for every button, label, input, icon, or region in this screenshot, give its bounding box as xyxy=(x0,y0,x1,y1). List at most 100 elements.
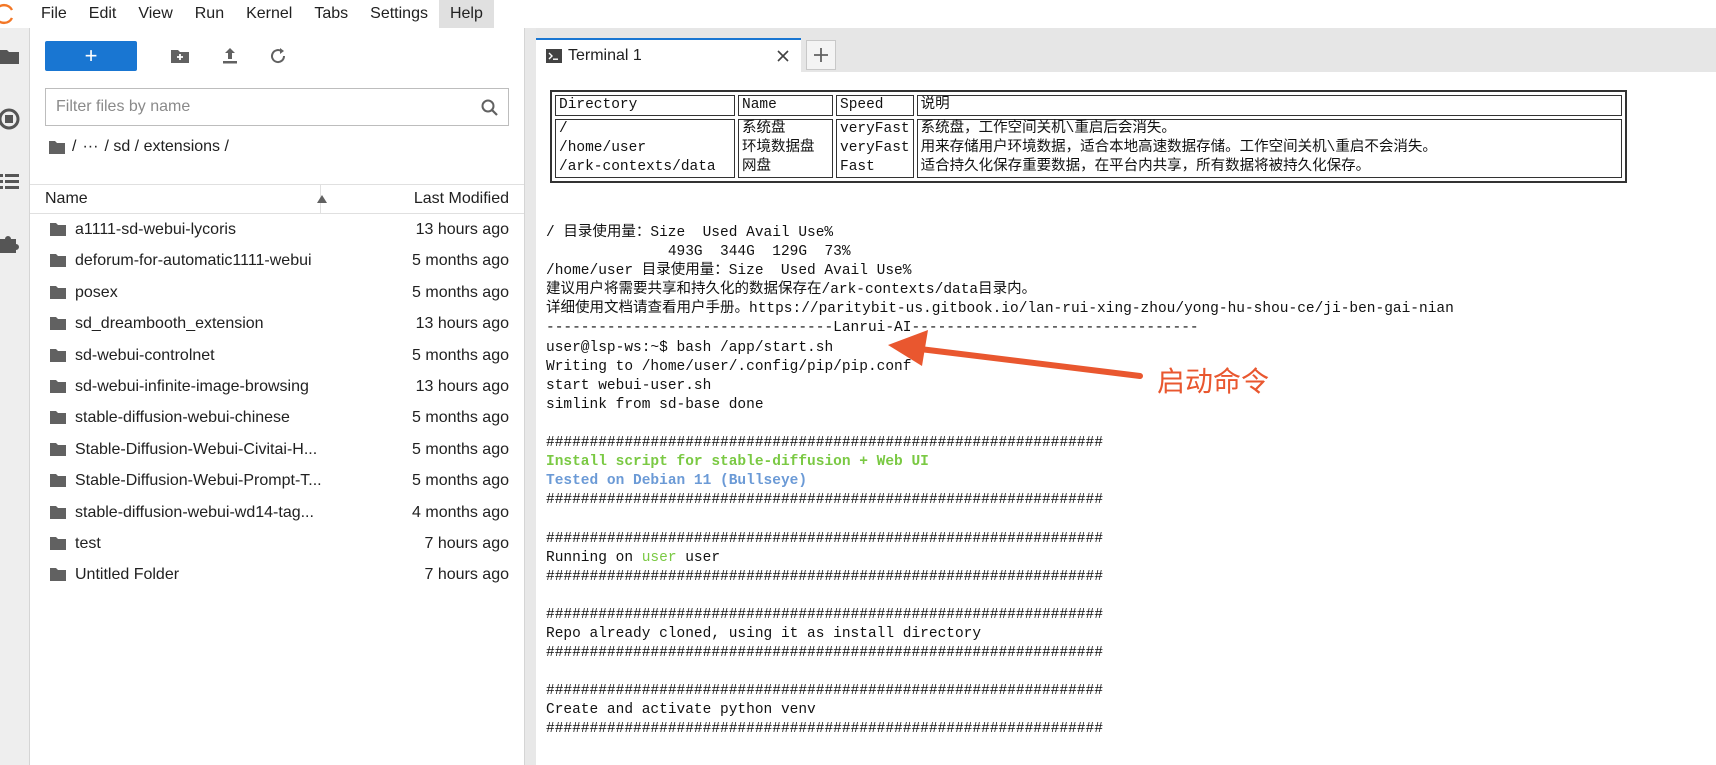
file-modified: 13 hours ago xyxy=(415,377,509,395)
terminal-icon xyxy=(546,49,562,63)
terminal-line: Repo already cloned, using it as install… xyxy=(546,625,982,642)
folder-icon xyxy=(50,379,66,393)
file-modified: 5 months ago xyxy=(412,472,509,490)
menu-file[interactable]: File xyxy=(30,0,78,28)
file-row[interactable]: stable-diffusion-webui-wd14-tag... 4 mont… xyxy=(30,497,524,528)
table-header-cell: Name xyxy=(738,95,833,116)
close-icon[interactable] xyxy=(776,49,790,63)
file-row[interactable]: a1111-sd-webui-lycoris 13 hours ago xyxy=(30,214,524,245)
file-row[interactable]: deforum-for-automatic1111-webui 5 months … xyxy=(30,245,524,276)
file-name: sd-webui-controlnet xyxy=(75,346,215,364)
terminal-panel[interactable]: Directory Name Speed 说明 / /home/user /ar… xyxy=(536,72,1716,765)
menu-bar: File Edit View Run Kernel Tabs Settings Help xyxy=(0,0,1716,28)
menu-view[interactable]: View xyxy=(127,0,183,28)
table-cell-line: veryFast xyxy=(840,140,910,156)
file-modified: 13 hours ago xyxy=(415,315,509,333)
table-header-cell: Speed xyxy=(836,95,914,116)
file-row[interactable]: sd_dreambooth_extension 13 hours ago xyxy=(30,308,524,339)
menu-tabs[interactable]: Tabs xyxy=(303,0,359,28)
terminal-line: Tested on Debian 11 (Bullseye) xyxy=(546,473,808,490)
table-cell-line: / xyxy=(559,121,568,137)
file-list: a1111-sd-webui-lycoris 13 hours ago deforu… xyxy=(30,214,524,591)
table-cell-line: 用来存储用户环境数据，适合本地高速数据存储。工作空间关机\重启不会消失。 xyxy=(920,140,1437,156)
terminal-line: 详细使用文档请查看用户手册。https://paritybit-us.gitbo… xyxy=(546,301,1454,318)
file-name: stable-diffusion-webui-wd14-tag... xyxy=(75,503,314,521)
table-cell-description: 系统盘，工作空间关机\重启后会消失。 用来存储用户环境数据，适合本地高速数据存储… xyxy=(916,119,1622,178)
filter-box xyxy=(45,88,509,126)
panel-splitter[interactable] xyxy=(524,28,536,765)
table-of-contents-icon[interactable] xyxy=(0,168,22,194)
new-launcher-button[interactable]: + xyxy=(45,41,137,71)
file-name: sd-webui-infinite-image-browsing xyxy=(75,377,309,395)
file-modified: 4 months ago xyxy=(412,503,509,521)
folder-icon xyxy=(50,568,66,582)
file-name: test xyxy=(75,534,101,552)
file-modified: 5 months ago xyxy=(412,283,509,301)
folder-icon xyxy=(50,223,66,236)
table-header-cell: 说明 xyxy=(916,95,1622,116)
file-name: Stable-Diffusion-Webui-Prompt-T... xyxy=(75,472,322,490)
file-row[interactable]: stable-diffusion-webui-chinese 5 months a… xyxy=(30,402,524,433)
folder-icon xyxy=(50,254,66,268)
file-modified: 5 months ago xyxy=(412,440,509,458)
file-modified: 5 months ago xyxy=(412,346,509,364)
breadcrumb-root[interactable]: / xyxy=(72,138,76,156)
table-cell-line: /home/user xyxy=(559,140,647,156)
tab-terminal-1[interactable]: Terminal 1 xyxy=(536,38,801,72)
menu-kernel[interactable]: Kernel xyxy=(235,0,303,28)
table-header-cell: Directory xyxy=(555,95,735,116)
sort-ascending-icon[interactable] xyxy=(317,195,327,203)
file-list-header: Name Last Modified xyxy=(30,184,524,214)
terminal-line: Create and activate python venv xyxy=(546,702,816,719)
folder-icon xyxy=(50,285,66,299)
table-cell-line: /ark-contexts/data xyxy=(559,159,716,175)
add-tab-button[interactable] xyxy=(806,40,836,70)
column-name-header[interactable]: Name xyxy=(45,185,321,213)
breadcrumb-path[interactable]: / sd / extensions / xyxy=(104,138,229,156)
running-terminals-icon[interactable] xyxy=(0,106,22,132)
new-folder-icon[interactable] xyxy=(169,45,191,67)
table-cell-line: 系统盘 xyxy=(742,121,786,137)
terminal-line: /home/user 目录使用量：Size Used Avail Use% xyxy=(546,263,912,280)
activity-bar xyxy=(0,28,30,765)
terminal-line: 建议用户将需要共享和持久化的数据保存在/ark-contexts/data目录内… xyxy=(546,282,1037,299)
terminal-line: Running on user user xyxy=(546,549,1454,568)
menu-help[interactable]: Help xyxy=(438,0,494,28)
file-row[interactable]: posex 5 months ago xyxy=(30,277,524,308)
terminal-line: Writing to /home/user/.config/pip/pip.co… xyxy=(546,358,912,375)
file-name: Stable-Diffusion-Webui-Civitai-H... xyxy=(75,440,318,458)
table-cell-directory: / /home/user /ark-contexts/data xyxy=(555,119,735,178)
upload-icon[interactable] xyxy=(219,45,241,67)
file-row[interactable]: Stable-Diffusion-Webui-Civitai-H... 5 mon… xyxy=(30,434,524,465)
folder-icon xyxy=(50,536,66,550)
folder-icon xyxy=(50,317,66,331)
file-row[interactable]: test 7 hours ago xyxy=(30,528,524,559)
terminal-line: start webui-user.sh xyxy=(546,377,712,394)
storage-info-table: Directory Name Speed 说明 / /home/user /ar… xyxy=(550,90,1627,183)
terminal-line: ---------------------------------Lanrui-… xyxy=(546,320,1199,337)
menu-settings[interactable]: Settings xyxy=(359,0,439,28)
file-row[interactable]: Untitled Folder 7 hours ago xyxy=(30,559,524,590)
tab-label: Terminal 1 xyxy=(568,47,642,64)
file-row[interactable]: sd-webui-controlnet 5 months ago xyxy=(30,340,524,371)
menu-run[interactable]: Run xyxy=(184,0,235,28)
file-row[interactable]: Stable-Diffusion-Webui-Prompt-T... 5 mont… xyxy=(30,465,524,496)
filter-files-input[interactable] xyxy=(56,95,456,119)
table-cell-line: 适合持久化保存重要数据，在平台内共享，所有数据将被持久化保存。 xyxy=(920,159,1371,175)
file-name: posex xyxy=(75,283,118,301)
file-row[interactable]: sd-webui-infinite-image-browsing 13 hours… xyxy=(30,371,524,402)
column-modified-header[interactable]: Last Modified xyxy=(414,185,509,213)
breadcrumb-ellipsis[interactable]: ··· xyxy=(82,138,98,156)
extension-puzzle-icon[interactable] xyxy=(0,230,22,256)
file-modified: 7 hours ago xyxy=(424,534,509,552)
refresh-icon[interactable] xyxy=(267,45,289,67)
main-tab-bar: Terminal 1 xyxy=(536,28,1716,72)
menu-edit[interactable]: Edit xyxy=(78,0,128,28)
home-folder-icon[interactable] xyxy=(48,139,66,155)
file-modified: 5 months ago xyxy=(412,409,509,427)
folder-icon[interactable] xyxy=(0,44,22,70)
